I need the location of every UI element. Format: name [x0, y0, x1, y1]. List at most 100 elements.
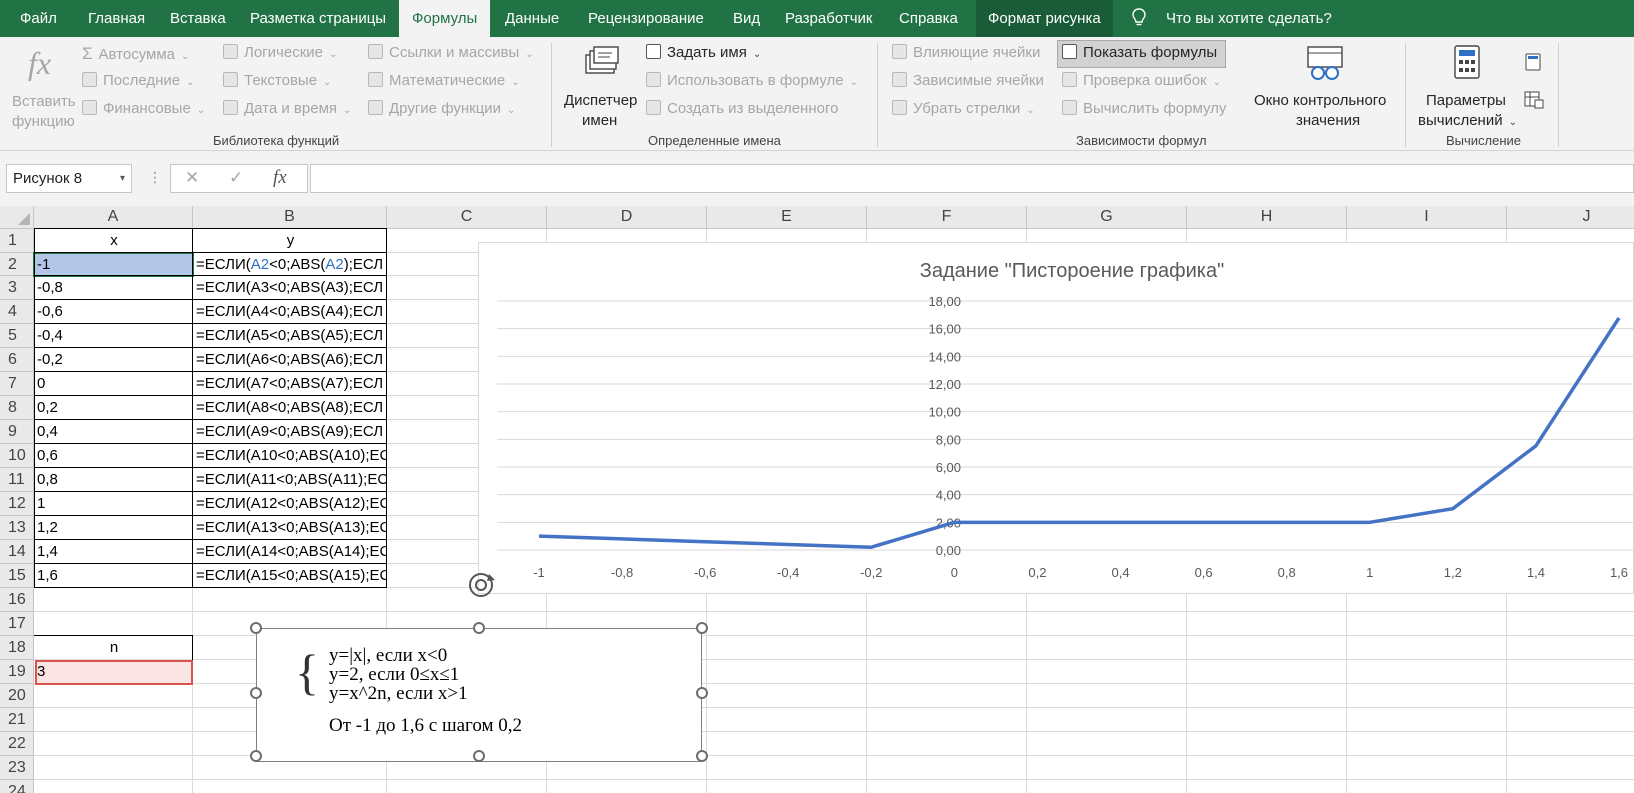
column-header-c[interactable]: C: [387, 206, 547, 229]
column-header-a[interactable]: A: [34, 206, 193, 229]
worksheet-grid[interactable]: A B C D E F G H I J 1 2 3 4 5 6 7 8 9 10 11 12 13 14 15 16 17 18 19 2…: [0, 206, 1634, 793]
resize-handle[interactable]: [696, 750, 708, 762]
row-header-4[interactable]: 4: [0, 300, 34, 324]
cell-a4[interactable]: -0,6: [37, 300, 191, 324]
financial-functions-button[interactable]: Финансовые ⌄: [82, 100, 205, 117]
name-box[interactable]: Рисунок 8 ▾: [6, 164, 132, 193]
insert-function-button[interactable]: fx Вставить функцию: [6, 43, 76, 130]
text-functions-button[interactable]: Текстовые ⌄: [223, 72, 331, 89]
lookup-functions-button[interactable]: Ссылки и массивы ⌄: [368, 44, 534, 61]
tab-developer[interactable]: Разработчик: [785, 0, 872, 37]
tab-home[interactable]: Главная: [88, 0, 145, 37]
formula-input[interactable]: [310, 164, 1634, 193]
row-header-14[interactable]: 14: [0, 540, 34, 564]
cell-a5[interactable]: -0,4: [37, 324, 191, 348]
remove-arrows-button[interactable]: Убрать стрелки ⌄: [892, 100, 1035, 117]
resize-handle[interactable]: [250, 750, 262, 762]
row-header-8[interactable]: 8: [0, 396, 34, 420]
row-header-15[interactable]: 15: [0, 564, 34, 588]
tab-formulas[interactable]: Формулы: [399, 0, 491, 37]
tab-picture-format[interactable]: Формат рисунка: [976, 0, 1113, 37]
use-in-formula-button[interactable]: Использовать в формуле ⌄: [646, 72, 858, 89]
column-header-f[interactable]: F: [867, 206, 1027, 229]
cell-b4[interactable]: =ЕСЛИ(A4<0;ABS(A4);ЕСЛ: [196, 300, 386, 324]
row-header-21[interactable]: 21: [0, 708, 34, 732]
evaluate-formula-button[interactable]: Вычислить формулу: [1062, 100, 1226, 117]
column-header-i[interactable]: I: [1347, 206, 1507, 229]
row-header-10[interactable]: 10: [0, 444, 34, 468]
drag-handle-icon[interactable]: ⋮: [148, 169, 162, 186]
cell-b5[interactable]: =ЕСЛИ(A5<0;ABS(A5);ЕСЛ: [196, 324, 386, 348]
row-header-6[interactable]: 6: [0, 348, 34, 372]
logical-functions-button[interactable]: Логические ⌄: [223, 44, 337, 61]
tab-view[interactable]: Вид: [733, 0, 760, 37]
name-manager-button[interactable]: Диспетчер имен: [560, 43, 644, 129]
row-header-22[interactable]: 22: [0, 732, 34, 756]
row-header-9[interactable]: 9: [0, 420, 34, 444]
trace-dependents-button[interactable]: Зависимые ячейки: [892, 72, 1044, 89]
row-header-18[interactable]: 18: [0, 636, 34, 660]
rotate-handle-icon[interactable]: [466, 570, 496, 600]
cell-b8[interactable]: =ЕСЛИ(A8<0;ABS(A8);ЕСЛ: [196, 396, 386, 420]
cell-a11[interactable]: 0,8: [37, 468, 191, 492]
cell-a9[interactable]: 0,4: [37, 420, 191, 444]
row-header-12[interactable]: 12: [0, 492, 34, 516]
row-header-24[interactable]: 24: [0, 780, 34, 793]
cell-a1[interactable]: x: [37, 229, 191, 253]
create-from-selection-button[interactable]: Создать из выделенного: [646, 100, 838, 117]
tab-help[interactable]: Справка: [899, 0, 958, 37]
line-chart[interactable]: Задание "Пистороение графика" 0,00 2,00 4,0…: [478, 242, 1634, 594]
column-header-g[interactable]: G: [1027, 206, 1187, 229]
cell-b7[interactable]: =ЕСЛИ(A7<0;ABS(A7);ЕСЛ: [196, 372, 386, 396]
watch-window-button[interactable]: Окно контрольного значения: [1250, 43, 1400, 129]
picture-object[interactable]: {y=|x|, если x<0 y=2, если 0≤x≤1 y=x^2n, е…: [250, 622, 708, 762]
more-functions-button[interactable]: Другие функции ⌄: [368, 100, 515, 117]
row-header-3[interactable]: 3: [0, 276, 34, 300]
cell-b14[interactable]: =ЕСЛИ(A14<0;ABS(A14);ЕС: [196, 540, 386, 564]
cell-a12[interactable]: 1: [37, 492, 191, 516]
tab-insert[interactable]: Вставка: [170, 0, 226, 37]
cell-b3[interactable]: =ЕСЛИ(A3<0;ABS(A3);ЕСЛ: [196, 276, 386, 300]
select-all-button[interactable]: [0, 206, 34, 229]
row-header-7[interactable]: 7: [0, 372, 34, 396]
cell-a7[interactable]: 0: [37, 372, 191, 396]
row-header-17[interactable]: 17: [0, 612, 34, 636]
row-header-2[interactable]: 2: [0, 253, 34, 276]
column-header-d[interactable]: D: [547, 206, 707, 229]
cell-a19[interactable]: 3: [37, 660, 191, 684]
math-functions-button[interactable]: Математические ⌄: [368, 72, 520, 89]
column-header-b[interactable]: B: [193, 206, 387, 229]
row-header-1[interactable]: 1: [0, 229, 34, 253]
row-header-20[interactable]: 20: [0, 684, 34, 708]
resize-handle[interactable]: [696, 622, 708, 634]
cell-b10[interactable]: =ЕСЛИ(A10<0;ABS(A10);ЕС: [196, 444, 386, 468]
row-header-19[interactable]: 19: [0, 660, 34, 684]
cell-b12[interactable]: =ЕСЛИ(A12<0;ABS(A12);ЕС: [196, 492, 386, 516]
tab-review[interactable]: Рецензирование: [588, 0, 704, 37]
cell-a15[interactable]: 1,6: [37, 564, 191, 588]
enter-icon[interactable]: ✓: [229, 168, 243, 188]
cell-a14[interactable]: 1,4: [37, 540, 191, 564]
cell-a13[interactable]: 1,2: [37, 516, 191, 540]
cell-b6[interactable]: =ЕСЛИ(A6<0;ABS(A6);ЕСЛ: [196, 348, 386, 372]
column-header-e[interactable]: E: [707, 206, 867, 229]
error-checking-button[interactable]: Проверка ошибок ⌄: [1062, 72, 1221, 89]
resize-handle[interactable]: [250, 687, 262, 699]
resize-handle[interactable]: [473, 750, 485, 762]
calculate-sheet-button[interactable]: [1524, 91, 1544, 111]
calc-options-button[interactable]: Параметры вычислений ⌄: [1412, 43, 1522, 129]
cell-a18[interactable]: n: [37, 636, 191, 660]
tab-file[interactable]: Файл: [20, 0, 57, 37]
cell-b15[interactable]: =ЕСЛИ(A15<0;ABS(A15);ЕС: [196, 564, 386, 588]
tell-me-search[interactable]: Что вы хотите сделать?: [1166, 0, 1332, 37]
column-header-h[interactable]: H: [1187, 206, 1347, 229]
tab-data[interactable]: Данные: [505, 0, 559, 37]
insert-function-icon[interactable]: fx: [273, 167, 287, 189]
cell-b11[interactable]: =ЕСЛИ(A11<0;ABS(A11);ЕС: [196, 468, 386, 492]
cell-b1[interactable]: y: [196, 229, 385, 253]
cell-a6[interactable]: -0,2: [37, 348, 191, 372]
datetime-functions-button[interactable]: Дата и время ⌄: [223, 100, 351, 117]
trace-precedents-button[interactable]: Влияющие ячейки: [892, 44, 1040, 61]
row-header-13[interactable]: 13: [0, 516, 34, 540]
row-header-16[interactable]: 16: [0, 588, 34, 612]
